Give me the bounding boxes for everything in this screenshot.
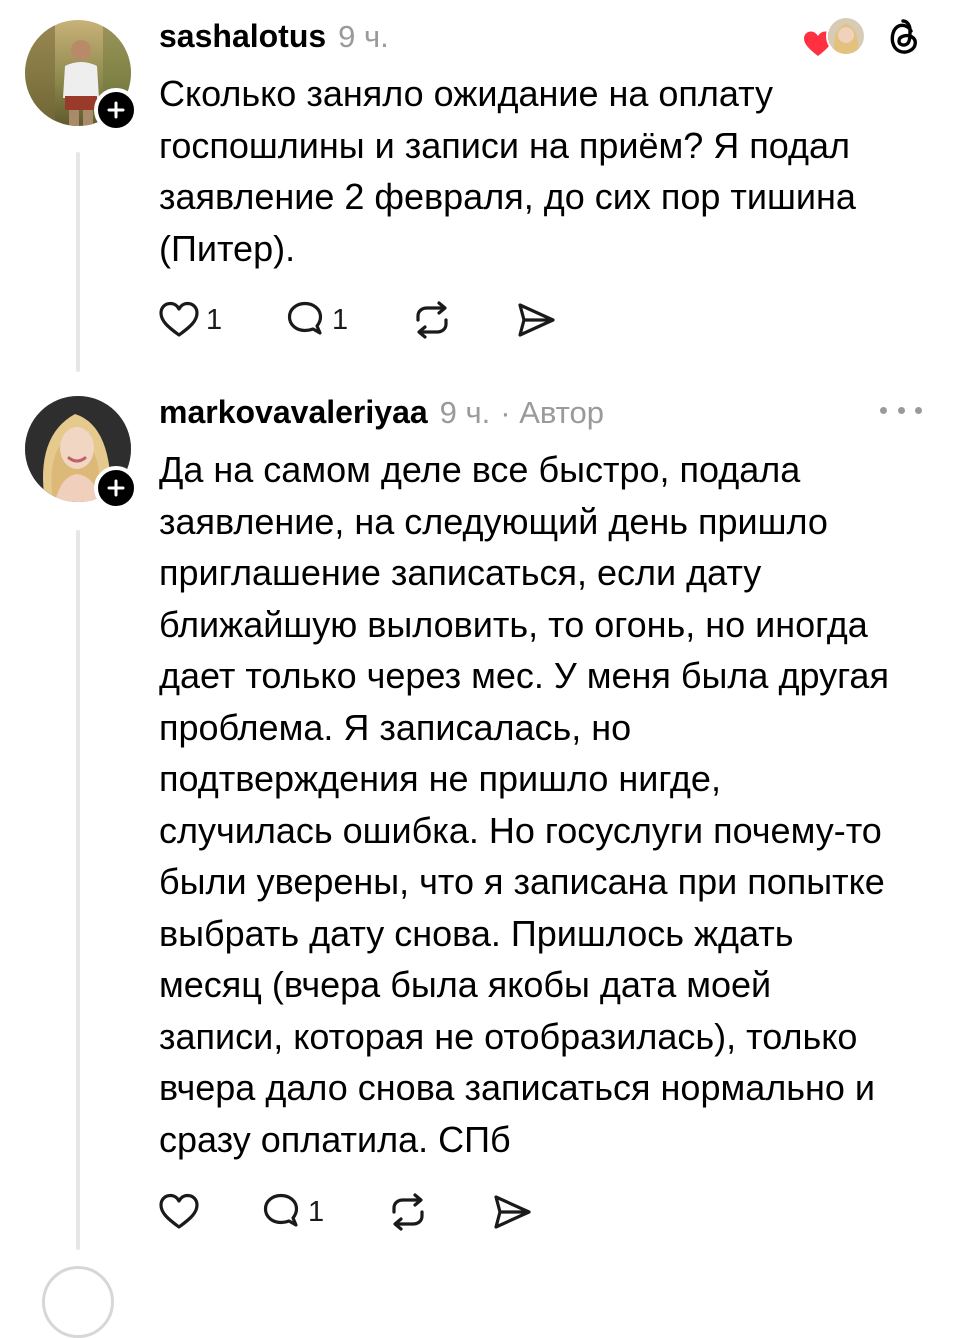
post-text: Сколько заняло ожидание на оплату госпош… xyxy=(159,73,856,269)
repost-icon xyxy=(416,301,448,339)
post-header: sashalotus 9 ч. xyxy=(159,18,389,55)
post-text: Да на самом деле все быстро, подала заяв… xyxy=(159,449,889,1160)
author-tag: · Автор xyxy=(500,395,605,430)
send-icon xyxy=(494,1195,531,1229)
heart-icon xyxy=(159,1193,199,1229)
action-bar: 1 1 xyxy=(158,298,578,342)
share-button[interactable] xyxy=(514,298,558,342)
username[interactable]: sashalotus xyxy=(159,18,326,55)
repost-icon xyxy=(392,1193,424,1231)
reply-button[interactable]: 1 xyxy=(284,298,348,342)
like-button[interactable]: 1 xyxy=(158,298,222,342)
more-icon-dot xyxy=(915,406,922,414)
plus-icon xyxy=(107,479,125,497)
like-button[interactable] xyxy=(158,1190,206,1234)
next-post-avatar[interactable] xyxy=(42,1266,114,1338)
thread-line xyxy=(76,152,80,372)
comment-icon xyxy=(263,1193,299,1227)
more-options-button[interactable] xyxy=(880,400,922,420)
timestamp: 9 ч. xyxy=(439,395,491,430)
send-icon xyxy=(518,303,555,337)
more-icon-dot xyxy=(897,406,905,414)
username[interactable]: markovavaleriyaa xyxy=(159,394,428,431)
top-right-indicators xyxy=(800,14,940,64)
follow-button[interactable] xyxy=(94,466,138,510)
more-icon-dot xyxy=(880,406,887,414)
follow-button[interactable] xyxy=(94,88,138,132)
post-header: markovavaleriyaa 9 ч. · Автор xyxy=(159,394,604,431)
liker-avatar xyxy=(826,16,866,56)
timestamp: 9 ч. xyxy=(338,19,389,54)
repost-button[interactable] xyxy=(410,298,454,342)
heart-icon xyxy=(159,301,199,337)
repost-button[interactable] xyxy=(386,1190,430,1234)
action-bar: 1 xyxy=(158,1190,578,1234)
plus-icon xyxy=(107,101,125,119)
reply-count: 1 xyxy=(332,303,349,336)
thread-line xyxy=(76,530,80,1250)
like-count: 1 xyxy=(206,303,223,336)
share-button[interactable] xyxy=(490,1190,534,1234)
reply-count: 1 xyxy=(308,1195,325,1228)
reply-button[interactable]: 1 xyxy=(260,1190,324,1234)
comment-icon xyxy=(287,301,323,335)
threads-logo-icon[interactable] xyxy=(884,16,924,58)
